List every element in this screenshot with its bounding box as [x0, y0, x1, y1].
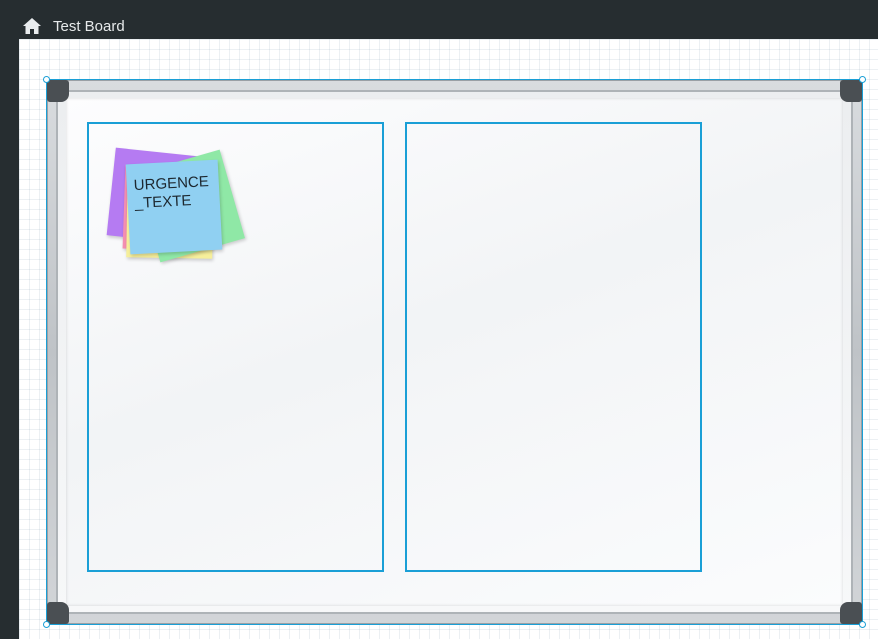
sticky-note-text: URGENCE _TEXTE: [133, 173, 210, 213]
corner-cap-bottom-right: [840, 602, 862, 624]
corner-cap-bottom-left: [47, 602, 69, 624]
sticky-note-blue[interactable]: URGENCE _TEXTE: [125, 159, 223, 255]
board-title: Test Board: [53, 18, 125, 35]
resize-handle-top-right[interactable]: [859, 76, 866, 83]
resize-handle-bottom-left[interactable]: [43, 621, 50, 628]
corner-cap-top-right: [840, 80, 862, 102]
resize-handle-top-left[interactable]: [43, 76, 50, 83]
home-icon[interactable]: [22, 17, 42, 35]
column-2[interactable]: [405, 122, 702, 572]
resize-handle-bottom-right[interactable]: [859, 621, 866, 628]
corner-cap-top-left: [47, 80, 69, 102]
top-bar: Test Board: [0, 0, 878, 39]
